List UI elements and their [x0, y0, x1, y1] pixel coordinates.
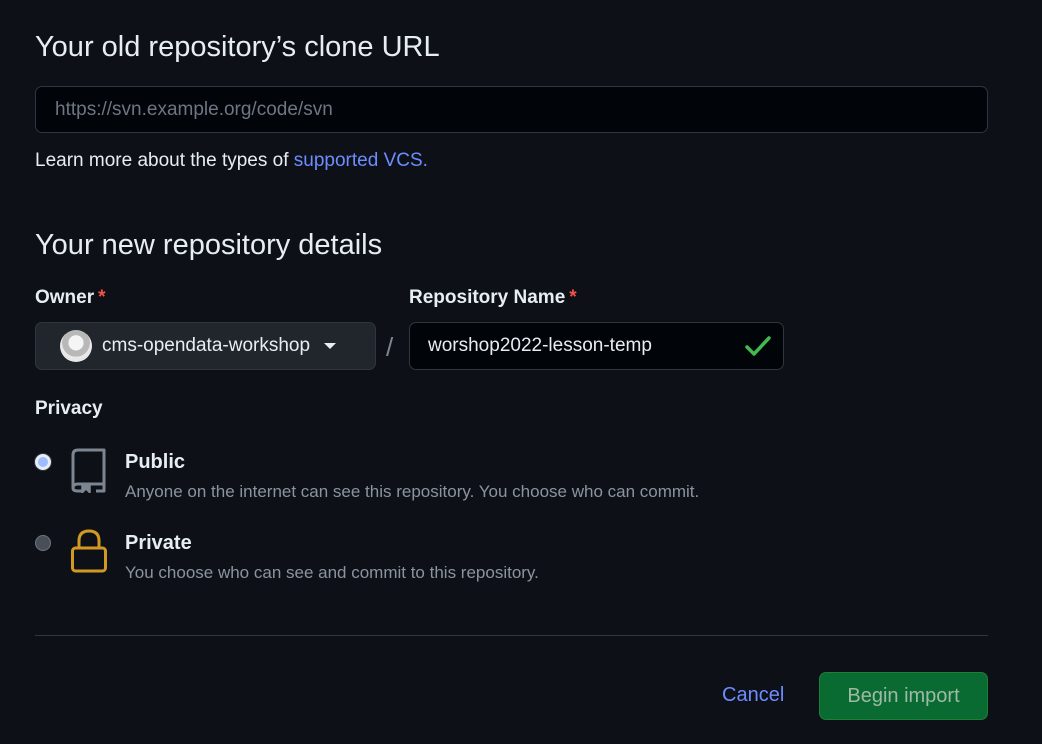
- repo-icon: [71, 448, 106, 493]
- privacy-label: Privacy: [35, 398, 103, 419]
- repository-name-label: Repository Name *: [409, 287, 577, 309]
- repository-name-field: [409, 322, 784, 370]
- lock-icon: [71, 529, 107, 573]
- private-radio[interactable]: [35, 535, 51, 551]
- private-option-description: You choose who can see and commit to thi…: [125, 563, 539, 582]
- check-icon: [745, 336, 771, 356]
- owner-label-text: Owner: [35, 287, 95, 308]
- repository-name-required-mark: *: [569, 287, 577, 308]
- cancel-button[interactable]: Cancel: [722, 684, 784, 707]
- owner-name: cms-opendata-workshop: [102, 335, 311, 356]
- public-option-description: Anyone on the internet can see this repo…: [125, 482, 700, 501]
- clone-url-input[interactable]: [35, 86, 988, 133]
- repository-details-heading: Your new repository details: [35, 229, 383, 261]
- repository-name-label-text: Repository Name: [409, 287, 566, 308]
- owner-avatar: [60, 330, 92, 362]
- public-radio[interactable]: [35, 454, 51, 470]
- public-option-title[interactable]: Public: [125, 451, 185, 474]
- begin-import-button[interactable]: Begin import: [819, 672, 988, 720]
- learn-more-text: Learn more about the types of supported …: [35, 150, 428, 172]
- owner-required-mark: *: [98, 287, 106, 308]
- supported-vcs-link[interactable]: supported VCS.: [294, 150, 428, 171]
- private-option-title[interactable]: Private: [125, 532, 192, 555]
- owner-dropdown-button[interactable]: cms-opendata-workshop: [35, 322, 376, 370]
- import-repository-page: Your old repository’s clone URL Learn mo…: [0, 0, 1042, 744]
- owner-repo-separator: /: [386, 332, 394, 362]
- learn-more-prefix: Learn more about the types of: [35, 150, 294, 171]
- divider: [35, 635, 988, 636]
- clone-url-heading: Your old repository’s clone URL: [35, 31, 440, 63]
- owner-label: Owner *: [35, 287, 106, 309]
- caret-down-icon: [324, 343, 337, 349]
- repository-name-input[interactable]: [410, 323, 740, 369]
